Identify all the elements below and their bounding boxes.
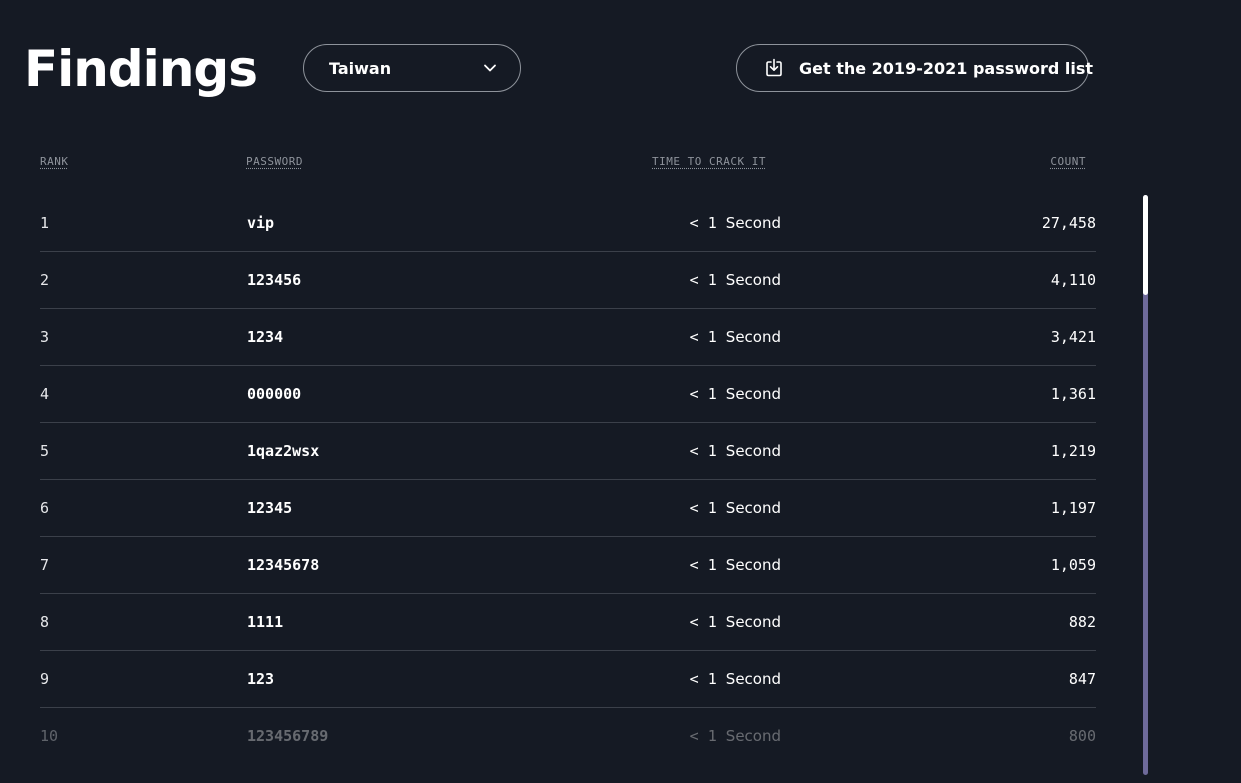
count-cell: 3,421	[1050, 328, 1096, 346]
table-row: 10 123456789 < 1 Second 800	[40, 708, 1096, 765]
password-cell: 123456789	[247, 727, 329, 745]
country-select-value: Taiwan	[329, 58, 392, 78]
password-cell: 1111	[247, 613, 284, 631]
chevron-down-icon	[482, 60, 498, 76]
time-to-crack-cell: < 1 Second	[690, 385, 781, 403]
rank-cell: 7	[40, 556, 50, 574]
time-unit: Second	[725, 214, 781, 232]
findings-page: Findings Taiwan Get the 2019-2021 passwo…	[0, 0, 1241, 783]
time-to-crack-cell: < 1 Second	[690, 328, 781, 346]
time-unit: Second	[725, 727, 781, 745]
page-title: Findings	[24, 40, 258, 98]
password-cell: 000000	[247, 385, 302, 403]
column-header-rank[interactable]: RANK	[40, 155, 69, 168]
rank-cell: 3	[40, 328, 50, 346]
rank-cell: 2	[40, 271, 50, 289]
time-prefix: < 1	[689, 214, 717, 232]
time-prefix: < 1	[689, 727, 717, 745]
time-prefix: < 1	[689, 499, 717, 517]
column-header-password[interactable]: PASSWORD	[246, 155, 303, 168]
time-unit: Second	[725, 328, 781, 346]
password-cell: vip	[247, 214, 275, 232]
count-cell: 847	[1068, 670, 1096, 688]
time-to-crack-cell: < 1 Second	[690, 613, 781, 631]
count-cell: 1,197	[1050, 499, 1096, 517]
table-header: RANK PASSWORD TIME TO CRACK IT COUNT	[40, 150, 1096, 174]
time-unit: Second	[725, 670, 781, 688]
time-prefix: < 1	[689, 442, 717, 460]
rank-cell: 4	[40, 385, 50, 403]
count-cell: 1,059	[1050, 556, 1096, 574]
table-body: 1 vip < 1 Second 27,458 2 123456 < 1 Second 4,1…	[40, 195, 1096, 765]
time-prefix: < 1	[689, 328, 717, 346]
password-cell: 12345678	[247, 556, 320, 574]
column-header-time-to-crack[interactable]: TIME TO CRACK IT	[652, 155, 766, 168]
rank-cell: 9	[40, 670, 50, 688]
column-header-count[interactable]: COUNT	[1050, 155, 1086, 168]
time-prefix: < 1	[689, 385, 717, 403]
time-unit: Second	[725, 499, 781, 517]
scrollbar-track[interactable]	[1143, 195, 1148, 775]
time-unit: Second	[725, 385, 781, 403]
table-row: 8 1111 < 1 Second 882	[40, 594, 1096, 651]
table-row: 1 vip < 1 Second 27,458	[40, 195, 1096, 252]
time-to-crack-cell: < 1 Second	[690, 499, 781, 517]
time-unit: Second	[725, 271, 781, 289]
password-cell: 1234	[247, 328, 284, 346]
passwords-table: RANK PASSWORD TIME TO CRACK IT COUNT 1 vi…	[40, 150, 1096, 765]
password-cell: 12345	[247, 499, 293, 517]
rank-cell: 5	[40, 442, 50, 460]
rank-cell: 6	[40, 499, 50, 517]
time-to-crack-cell: < 1 Second	[690, 214, 781, 232]
password-cell: 123	[247, 670, 275, 688]
table-row: 3 1234 < 1 Second 3,421	[40, 309, 1096, 366]
table-row: 6 12345 < 1 Second 1,197	[40, 480, 1096, 537]
count-cell: 800	[1068, 727, 1096, 745]
time-unit: Second	[725, 556, 781, 574]
count-cell: 1,361	[1050, 385, 1096, 403]
time-prefix: < 1	[689, 613, 717, 631]
password-cell: 123456	[247, 271, 302, 289]
table-row: 9 123 < 1 Second 847	[40, 651, 1096, 708]
count-cell: 4,110	[1050, 271, 1096, 289]
table-row: 2 123456 < 1 Second 4,110	[40, 252, 1096, 309]
download-button-label: Get the 2019-2021 password list	[799, 58, 1094, 78]
time-to-crack-cell: < 1 Second	[690, 670, 781, 688]
time-to-crack-cell: < 1 Second	[690, 271, 781, 289]
count-cell: 882	[1068, 613, 1096, 631]
time-unit: Second	[725, 613, 781, 631]
download-password-list-button[interactable]: Get the 2019-2021 password list	[736, 44, 1093, 92]
table-row: 5 1qaz2wsx < 1 Second 1,219	[40, 423, 1096, 480]
table-row: 7 12345678 < 1 Second 1,059	[40, 537, 1096, 594]
time-prefix: < 1	[689, 670, 717, 688]
download-icon	[764, 58, 784, 78]
scrollbar-thumb[interactable]	[1143, 195, 1148, 295]
time-to-crack-cell: < 1 Second	[690, 556, 781, 574]
time-to-crack-cell: < 1 Second	[690, 442, 781, 460]
rank-cell: 10	[40, 727, 59, 745]
count-cell: 27,458	[1041, 214, 1096, 232]
time-unit: Second	[725, 442, 781, 460]
time-to-crack-cell: < 1 Second	[690, 727, 781, 745]
country-select[interactable]: Taiwan	[303, 44, 521, 92]
time-prefix: < 1	[689, 556, 717, 574]
time-prefix: < 1	[689, 271, 717, 289]
count-cell: 1,219	[1050, 442, 1096, 460]
rank-cell: 1	[40, 214, 50, 232]
password-cell: 1qaz2wsx	[247, 442, 320, 460]
table-row: 4 000000 < 1 Second 1,361	[40, 366, 1096, 423]
rank-cell: 8	[40, 613, 50, 631]
